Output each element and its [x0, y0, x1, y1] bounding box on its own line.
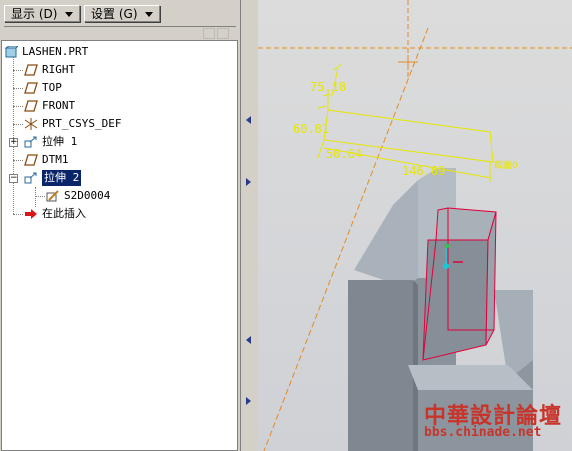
extrude-front-face: [422, 239, 489, 361]
dimension-label[interactable]: 75.18: [310, 80, 346, 94]
tree-item-label: FRONT: [42, 99, 76, 112]
tree-item-label: 拉伸 2: [42, 170, 82, 186]
tree-connector: [13, 70, 23, 71]
extrude-top-face: [435, 207, 497, 241]
model-canvas[interactable]: 75.18 60.81 50.64 146.69 截面0: [258, 0, 572, 451]
tree-connector: [35, 196, 45, 197]
expand-right-icon[interactable]: [246, 178, 251, 186]
dimension-label[interactable]: 146.69: [402, 164, 445, 178]
filter-toggle[interactable]: [203, 28, 215, 39]
show-label: 显示: [11, 7, 36, 21]
section-label: 截面0: [494, 159, 518, 171]
tree-item-label: PRT_CSYS_DEF: [42, 117, 122, 130]
extrude-icon: [24, 172, 37, 184]
tree-filter-bar: [4, 26, 236, 39]
collapse-toggle[interactable]: −: [9, 174, 18, 183]
model-tree: LASHEN.PRT RIGHT TOP FRONT PRT_CSYS_DEF …: [1, 40, 238, 451]
tree-connector: [13, 54, 14, 214]
tree-connector: [13, 214, 23, 215]
tree-connector: [13, 88, 23, 89]
model-tree-panel: 显示 (D) 设置 (G) LASHEN.PRT RIGHT TOP FRONT…: [0, 0, 240, 451]
settings-label: 设置: [91, 7, 116, 21]
tree-item-label: DTM1: [42, 153, 69, 166]
body-front-face: [348, 280, 413, 451]
tree-item-label: RIGHT: [42, 63, 76, 76]
chevron-down-icon: [65, 12, 74, 17]
settings-menu-button[interactable]: 设置 (G): [84, 5, 160, 22]
insert-arrow-icon: [25, 209, 37, 219]
settings-shortcut: (G): [118, 7, 138, 21]
extrude-icon: [24, 136, 37, 148]
chevron-down-icon: [145, 12, 154, 17]
tree-connector: [13, 160, 23, 161]
filter-toggle[interactable]: [217, 28, 229, 39]
body-face: [354, 180, 418, 290]
datum-plane-icon: [24, 64, 38, 76]
watermark-url: bbs.chinade.net: [424, 425, 542, 440]
collapse-left-icon[interactable]: [246, 336, 251, 344]
collapse-left-icon[interactable]: [246, 116, 251, 124]
panel-splitter[interactable]: [240, 0, 259, 451]
sketch-icon: [46, 190, 59, 202]
graphics-window[interactable]: 75.18 60.81 50.64 146.69 截面0 中華設計論壇 bbs.…: [258, 0, 572, 451]
dimension-label[interactable]: 50.64: [326, 147, 362, 161]
tree-connector: [13, 124, 23, 125]
tree-connector: [13, 106, 23, 107]
csys-icon: [24, 118, 38, 130]
show-menu-button[interactable]: 显示 (D): [4, 5, 80, 22]
datum-plane-icon: [24, 100, 38, 112]
part-icon: [4, 46, 18, 58]
expand-toggle[interactable]: +: [9, 138, 18, 147]
dimension-label[interactable]: 60.81: [293, 122, 329, 136]
datum-plane-icon: [24, 154, 38, 166]
show-shortcut: (D): [38, 7, 58, 21]
datum-plane-icon: [24, 82, 38, 94]
drag-handle-point[interactable]: [443, 263, 449, 269]
tree-item-label: 在此插入: [42, 207, 86, 220]
tree-connector: [35, 187, 36, 207]
tree-item-label: S2D0004: [64, 189, 111, 202]
tree-item-label: LASHEN.PRT: [22, 45, 89, 58]
drag-handle-point[interactable]: [445, 244, 449, 248]
tree-item-label: TOP: [42, 81, 62, 94]
tree-item-label: 拉伸 1: [42, 135, 78, 148]
expand-right-icon[interactable]: [246, 397, 251, 405]
